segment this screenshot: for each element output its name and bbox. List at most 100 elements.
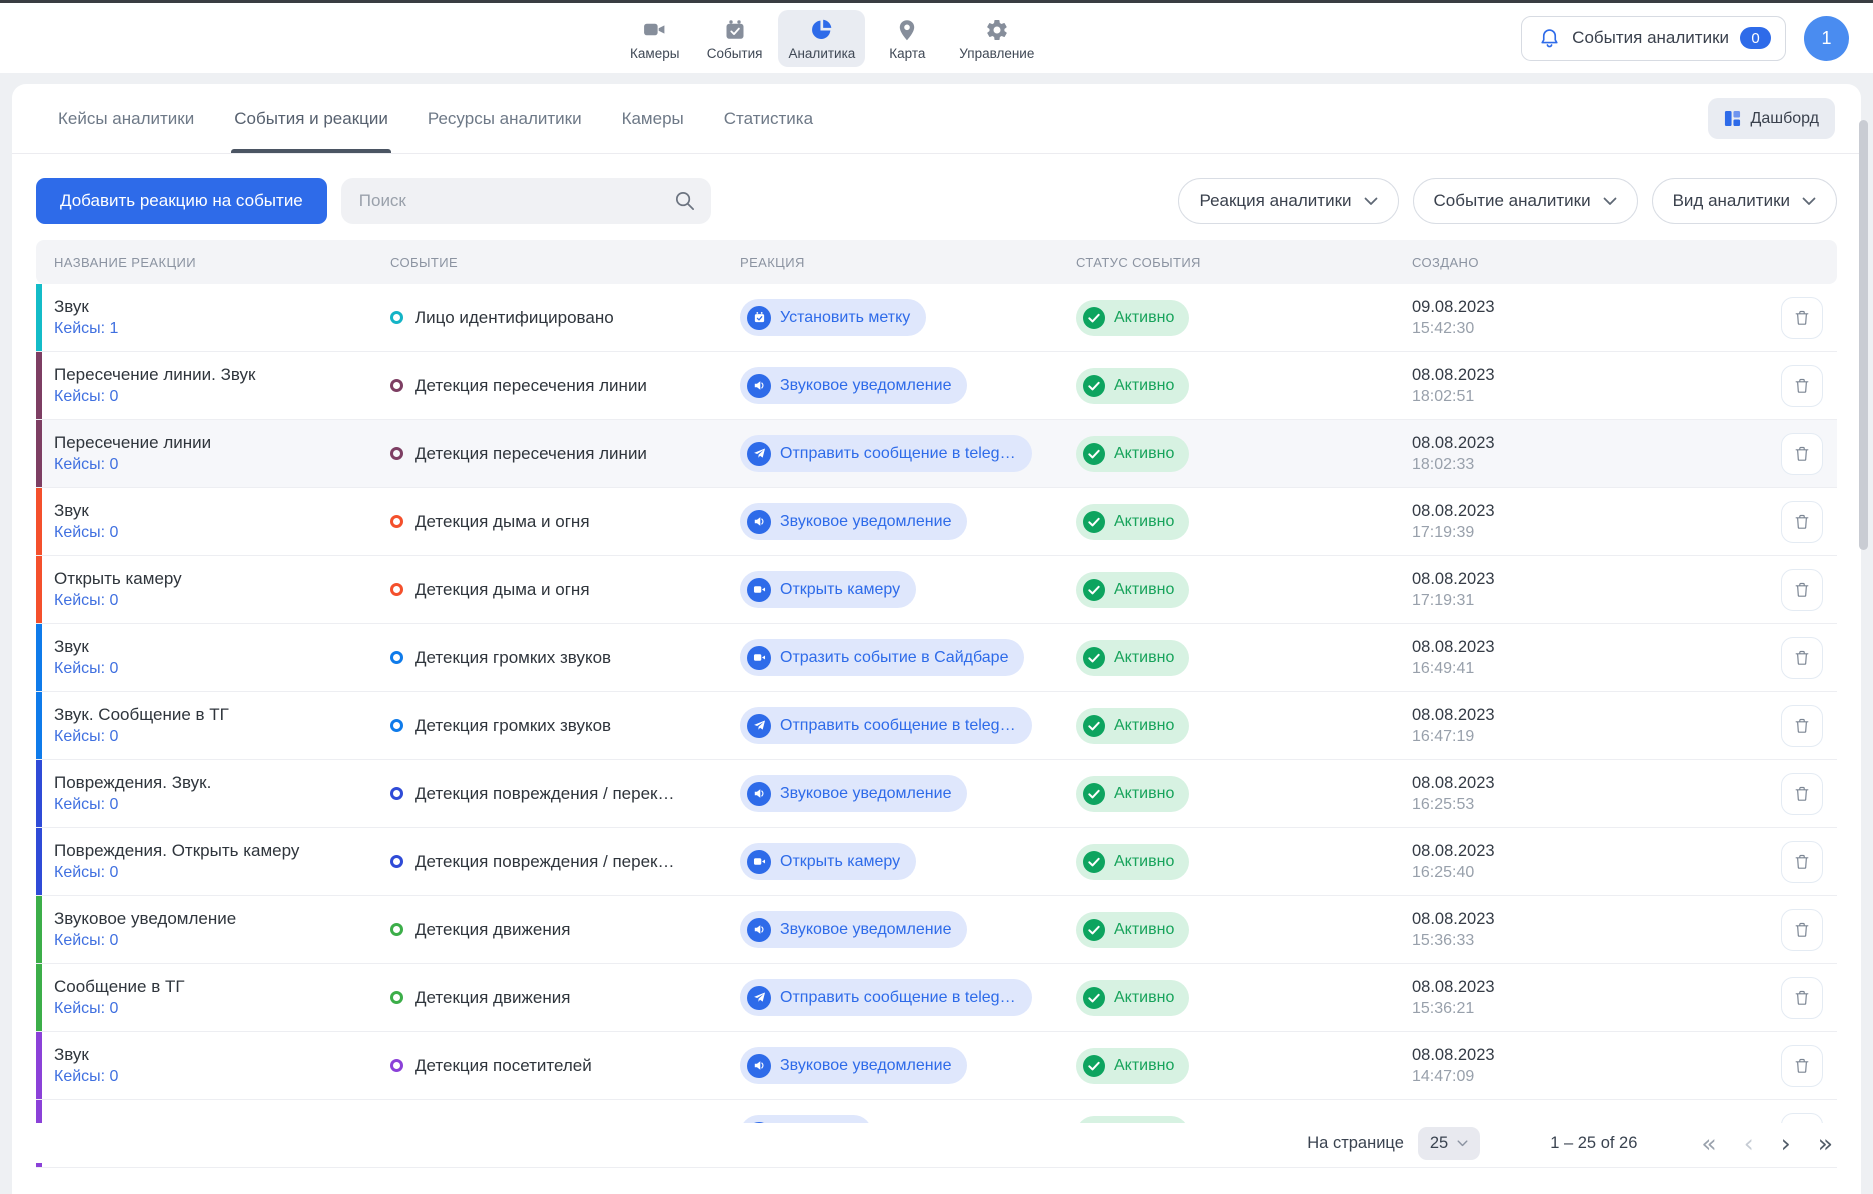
nav-item-analytics[interactable]: Аналитика xyxy=(778,10,865,67)
created-time: 17:19:39 xyxy=(1412,524,1474,542)
delete-button[interactable] xyxy=(1781,433,1823,475)
created-date: 08.08.2023 xyxy=(1412,570,1495,589)
table-row[interactable]: Звук. Сообщение в ТГКейсы: 0 Детекция гр… xyxy=(36,692,1837,760)
table-row[interactable]: Повреждения. Открыть камеруКейсы: 0 Дете… xyxy=(36,828,1837,896)
created-time: 17:19:31 xyxy=(1412,592,1474,610)
delete-button[interactable] xyxy=(1781,1045,1823,1087)
add-reaction-button[interactable]: Добавить реакцию на событие xyxy=(36,178,327,224)
table-row[interactable]: ЗвукКейсы: 0 Детекция посетителей Звуков… xyxy=(36,1032,1837,1100)
table-row[interactable]: Пересечение линииКейсы: 0 Детекция перес… xyxy=(36,420,1837,488)
filter-type-dropdown[interactable]: Вид аналитики xyxy=(1652,178,1837,224)
pie-chart-icon xyxy=(809,17,834,43)
table-row[interactable]: ЗвукКейсы: 0 Детекция дыма и огня Звуков… xyxy=(36,488,1837,556)
cases-link[interactable]: Кейсы: 0 xyxy=(54,456,118,474)
nav-item-map[interactable]: Карта xyxy=(871,10,943,67)
tab-analytics-resources[interactable]: Ресурсы аналитики xyxy=(428,84,582,153)
event-type-icon xyxy=(390,855,403,868)
delete-button[interactable] xyxy=(1781,841,1823,883)
row-accent-bar xyxy=(36,760,42,827)
cases-link[interactable]: Кейсы: 0 xyxy=(54,932,118,950)
table-row[interactable]: ЗвукКейсы: 0 Детекция громких звуков Отр… xyxy=(36,624,1837,692)
nav-item-cameras[interactable]: Камеры xyxy=(619,10,691,67)
table-header: НАЗВАНИЕ РЕАКЦИИ СОБЫТИЕ РЕАКЦИЯ СТАТУС … xyxy=(36,240,1837,284)
delete-button[interactable] xyxy=(1781,977,1823,1019)
delete-button[interactable] xyxy=(1781,365,1823,407)
last-page-icon[interactable]: » xyxy=(1818,1131,1833,1156)
previous-page-icon[interactable]: ‹ xyxy=(1744,1131,1754,1156)
table-row[interactable]: ЗвукКейсы: 1 Лицо идентифицировано Устан… xyxy=(36,284,1837,352)
check-icon xyxy=(1083,919,1105,941)
delete-button[interactable] xyxy=(1781,773,1823,815)
table-row[interactable]: Звуковое уведомлениеКейсы: 0 Детекция дв… xyxy=(36,896,1837,964)
delete-button[interactable] xyxy=(1781,909,1823,951)
tab-statistics[interactable]: Статистика xyxy=(724,84,813,153)
chevron-down-icon xyxy=(1457,1140,1468,1147)
dashboard-button[interactable]: Дашборд xyxy=(1708,98,1836,139)
status-label: Активно xyxy=(1114,649,1174,667)
tab-events-and-reactions[interactable]: События и реакции xyxy=(234,84,388,153)
nav-item-management[interactable]: Управление xyxy=(949,10,1044,67)
reaction-pill: Звуковое уведомление xyxy=(740,503,967,540)
reaction-label: Звуковое уведомление xyxy=(780,513,951,531)
avatar[interactable]: 1 xyxy=(1804,16,1849,61)
cases-link[interactable]: Кейсы: 0 xyxy=(54,1068,118,1086)
table-row[interactable]: Открыть камеру Кейсы: 0 Детекция дыма и о… xyxy=(36,556,1837,624)
cases-link[interactable]: Кейсы: 0 xyxy=(54,592,118,610)
cases-link[interactable]: Кейсы: 0 xyxy=(54,388,118,406)
reaction-icon xyxy=(747,714,771,738)
cases-link[interactable]: Кейсы: 0 xyxy=(54,524,118,542)
per-page-select[interactable]: 25 xyxy=(1418,1127,1480,1160)
row-accent-bar xyxy=(36,964,42,1031)
cases-link[interactable]: Кейсы: 0 xyxy=(54,1000,118,1018)
scrollbar-thumb[interactable] xyxy=(1859,120,1868,550)
cases-link[interactable]: Кейсы: 0 xyxy=(54,660,118,678)
next-page-icon[interactable]: › xyxy=(1781,1131,1791,1156)
table-row[interactable]: Пересечение линии. ЗвукКейсы: 0 Детекция… xyxy=(36,352,1837,420)
status-label: Активно xyxy=(1114,921,1174,939)
delete-button[interactable] xyxy=(1781,637,1823,679)
pagination-bar: На странице 25 1 – 25 of 26 « ‹ › » xyxy=(12,1123,1861,1163)
per-page-value: 25 xyxy=(1430,1134,1448,1153)
tabs-row: Кейсы аналитики События и реакции Ресурс… xyxy=(12,84,1861,154)
table-row[interactable]: Сообщение в ТГКейсы: 0 Детекция движения… xyxy=(36,964,1837,1032)
delete-button[interactable] xyxy=(1781,501,1823,543)
row-accent-bar xyxy=(36,488,42,555)
delete-button[interactable] xyxy=(1781,569,1823,611)
first-page-icon[interactable]: « xyxy=(1701,1131,1716,1156)
status-badge: Активно xyxy=(1076,368,1189,404)
reaction-label: Отправить сообщение в teleg… xyxy=(780,989,1016,1007)
search xyxy=(341,178,711,224)
status-label: Активно xyxy=(1114,581,1174,599)
tab-analytics-cases[interactable]: Кейсы аналитики xyxy=(58,84,194,153)
tab-cameras[interactable]: Камеры xyxy=(622,84,684,153)
search-input[interactable] xyxy=(341,178,711,224)
filter-event-dropdown[interactable]: Событие аналитики xyxy=(1413,178,1638,224)
reaction-name: Звуковое уведомление xyxy=(54,909,236,929)
event-name: Детекция громких звуков xyxy=(415,716,611,736)
filter-reaction-dropdown[interactable]: Реакция аналитики xyxy=(1178,178,1398,224)
reaction-label: Отправить сообщение в teleg… xyxy=(780,445,1016,463)
table-row[interactable]: Повреждения. Звук.Кейсы: 0 Детекция повр… xyxy=(36,760,1837,828)
nav-item-events[interactable]: События xyxy=(697,10,773,67)
created-time: 15:36:21 xyxy=(1412,1000,1474,1018)
trash-icon xyxy=(1793,853,1811,871)
delete-button[interactable] xyxy=(1781,297,1823,339)
status-badge: Активно xyxy=(1076,844,1189,880)
cases-link[interactable]: Кейсы: 0 xyxy=(54,864,118,882)
check-icon xyxy=(1083,851,1105,873)
event-type-icon xyxy=(390,991,403,1004)
row-accent-bar xyxy=(36,284,42,351)
created-date: 08.08.2023 xyxy=(1412,978,1495,997)
reaction-pill: Звуковое уведомление xyxy=(740,1047,967,1084)
delete-button[interactable] xyxy=(1781,705,1823,747)
filter-label: Вид аналитики xyxy=(1673,191,1790,211)
reaction-pill: Звуковое уведомление xyxy=(740,775,967,812)
cases-link[interactable]: Кейсы: 0 xyxy=(54,796,118,814)
cases-link[interactable]: Кейсы: 1 xyxy=(54,320,118,338)
analytics-events-button[interactable]: События аналитики 0 xyxy=(1521,16,1786,61)
reaction-name: Открыть камеру xyxy=(54,569,182,589)
cases-link[interactable]: Кейсы: 0 xyxy=(54,728,118,746)
reaction-label: Звуковое уведомление xyxy=(780,921,951,939)
check-icon xyxy=(1083,1055,1105,1077)
event-name: Детекция дыма и огня xyxy=(415,580,590,600)
